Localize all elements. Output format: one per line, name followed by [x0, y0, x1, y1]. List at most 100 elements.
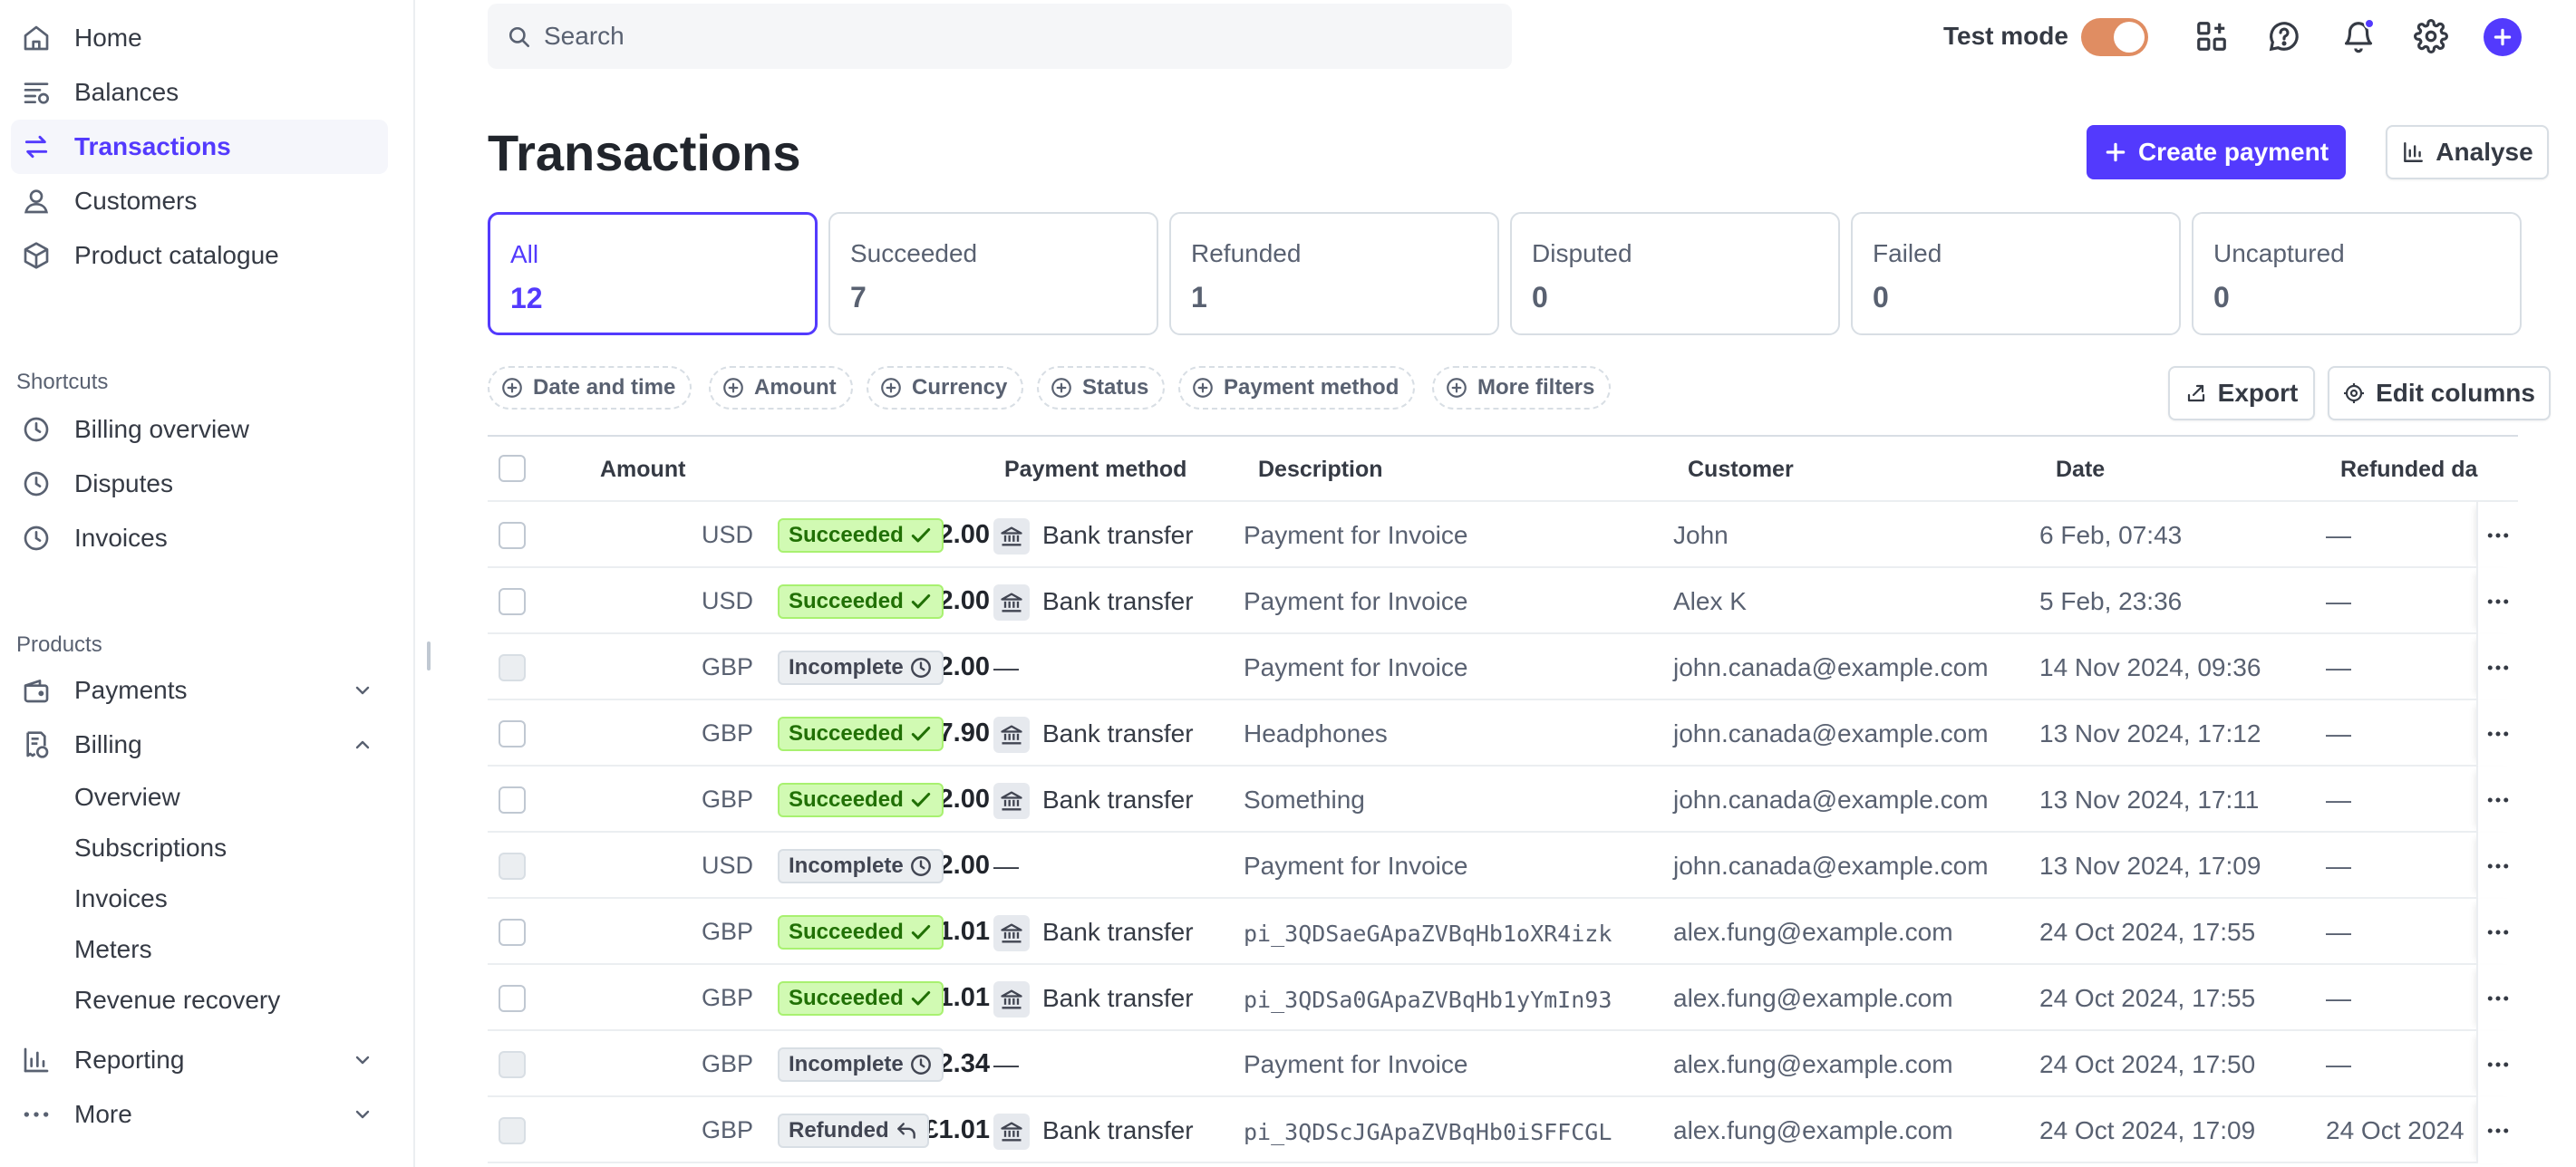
sidebar-item-payments[interactable]: Payments — [11, 663, 388, 718]
billing-subitem-overview[interactable]: Overview — [74, 783, 180, 812]
filter-chip-date-and-time[interactable]: Date and time — [488, 366, 692, 410]
filter-chip-amount[interactable]: Amount — [709, 366, 853, 410]
status-badge-label: Succeeded — [789, 986, 904, 1010]
billing-subitem-meters[interactable]: Meters — [74, 935, 152, 964]
status-card-succeeded[interactable]: Succeeded 7 — [828, 212, 1158, 335]
search-input[interactable] — [544, 4, 1487, 69]
table-row[interactable]: £1.01 GBP Refunded Bank transfer pi_3QDScJGA… — [488, 1097, 2518, 1163]
settings-gear-icon[interactable] — [2413, 18, 2449, 54]
column-header-customer[interactable]: Customer — [1688, 457, 1794, 483]
status-badge-label: Succeeded — [789, 787, 904, 812]
status-card-all[interactable]: All 12 — [488, 212, 818, 335]
row-description: Headphones — [1244, 719, 1388, 747]
balances-icon — [22, 78, 51, 107]
row-payment-method: Bank transfer — [1042, 918, 1194, 946]
table-row[interactable]: US$22.00USDIncomplete—Payment for Invoic… — [488, 833, 2518, 899]
chevron-up-icon[interactable] — [352, 734, 373, 756]
row-checkbox[interactable] — [499, 919, 526, 946]
create-payment-button[interactable]: Create payment — [2087, 125, 2346, 179]
test-mode-toggle[interactable] — [2081, 18, 2148, 56]
billing-subitem-subscriptions[interactable]: Subscriptions — [74, 834, 227, 863]
row-actions-button[interactable] — [2476, 700, 2518, 767]
table-row[interactable]: £12.34 GBP Incomplete — Payment for Invoice a… — [488, 1031, 2518, 1097]
plus-circle-icon — [500, 376, 524, 400]
row-actions-button[interactable] — [2476, 634, 2518, 700]
row-checkbox[interactable] — [499, 720, 526, 747]
export-icon — [2187, 384, 2204, 402]
row-description: Something — [1244, 786, 1365, 814]
row-checkbox[interactable] — [499, 786, 526, 814]
status-card-uncaptured[interactable]: Uncaptured 0 — [2192, 212, 2522, 335]
more-horizontal-icon — [2484, 522, 2512, 549]
row-date: 6 Feb, 07:43 — [2039, 521, 2183, 549]
row-refunded-date: — — [2326, 984, 2351, 1012]
row-checkbox[interactable] — [499, 654, 526, 681]
sidebar-item-more[interactable]: More — [11, 1087, 388, 1142]
row-actions-button[interactable] — [2476, 965, 2518, 1031]
status-card-refunded[interactable]: Refunded 1 — [1169, 212, 1499, 335]
row-customer: john.canada@example.com — [1673, 653, 1989, 681]
chevron-down-icon[interactable] — [352, 1049, 373, 1071]
column-header-amount[interactable]: Amount — [600, 457, 685, 483]
table-row[interactable]: £1.01 GBP Succeeded Bank transfer pi_3QDSaeG… — [488, 899, 2518, 965]
search-bar[interactable] — [488, 4, 1512, 69]
column-header-description[interactable]: Description — [1258, 457, 1383, 483]
help-icon[interactable] — [2266, 18, 2302, 54]
row-checkbox[interactable] — [499, 522, 526, 549]
analyse-button[interactable]: Analyse — [2386, 125, 2549, 179]
status-badge: Succeeded — [778, 518, 944, 553]
create-new-button[interactable] — [2484, 18, 2522, 56]
sidebar-item-balances[interactable]: Balances — [11, 65, 388, 120]
edit-columns-button[interactable]: Edit columns — [2328, 366, 2551, 420]
row-checkbox[interactable] — [499, 588, 526, 615]
table-row[interactable]: £2.00 GBP Succeeded Bank transfer Something j… — [488, 767, 2518, 833]
status-card-disputed[interactable]: Disputed 0 — [1510, 212, 1840, 335]
table-row[interactable]: US$22.00USDSucceededBank transferPayment… — [488, 502, 2518, 568]
row-actions-button[interactable] — [2476, 1097, 2518, 1163]
filter-chip-currency[interactable]: Currency — [867, 366, 1024, 410]
table-row[interactable]: £97.90 GBP Succeeded Bank transfer Headphone… — [488, 700, 2518, 767]
table-row[interactable]: £22.00 GBP Incomplete — Payment for Invoice j… — [488, 634, 2518, 700]
shortcut-item-billing-overview[interactable]: Billing overview — [11, 402, 388, 457]
notifications-icon[interactable] — [2340, 18, 2377, 54]
row-actions-button[interactable] — [2476, 1031, 2518, 1097]
sidebar-item-customers[interactable]: Customers — [11, 174, 388, 228]
filter-chip-status[interactable]: Status — [1037, 366, 1166, 410]
table-row[interactable]: £1.01 GBP Succeeded Bank transfer pi_3QDSa0G… — [488, 965, 2518, 1031]
more-horizontal-icon — [2484, 588, 2512, 615]
status-card-failed[interactable]: Failed 0 — [1851, 212, 2181, 335]
sidebar-item-reporting[interactable]: Reporting — [11, 1033, 388, 1087]
filter-chip-payment-method[interactable]: Payment method — [1178, 366, 1416, 410]
row-actions-button[interactable] — [2476, 568, 2518, 634]
column-header-refunded-date[interactable]: Refunded da — [2340, 457, 2491, 483]
billing-subitem-revenue-recovery[interactable]: Revenue recovery — [74, 986, 280, 1015]
row-actions-button[interactable] — [2476, 502, 2518, 568]
column-header-payment-method[interactable]: Payment method — [1004, 457, 1186, 483]
export-button[interactable]: Export — [2168, 366, 2315, 420]
row-actions-button[interactable] — [2476, 833, 2518, 899]
column-header-date[interactable]: Date — [2056, 457, 2105, 483]
sidebar-item-billing[interactable]: Billing — [11, 718, 388, 772]
sidebar-item-home[interactable]: Home — [11, 11, 388, 65]
row-actions-button[interactable] — [2476, 899, 2518, 965]
row-checkbox[interactable] — [499, 853, 526, 880]
bank-icon — [993, 1114, 1030, 1150]
status-badge-label: Incomplete — [789, 854, 904, 878]
shortcut-item-disputes[interactable]: Disputes — [11, 457, 388, 511]
sidebar-item-product-catalogue[interactable]: Product catalogue — [11, 228, 388, 283]
select-all-checkbox[interactable] — [499, 455, 526, 482]
apps-icon[interactable] — [2193, 18, 2230, 54]
row-actions-button[interactable] — [2476, 767, 2518, 833]
chevron-down-icon[interactable] — [352, 680, 373, 701]
sidebar-item-transactions[interactable]: Transactions — [11, 120, 388, 174]
row-checkbox[interactable] — [499, 1117, 526, 1144]
row-checkbox[interactable] — [499, 985, 526, 1012]
filter-chip-more-filters[interactable]: More filters — [1432, 366, 1612, 410]
status-badge: Incomplete — [778, 651, 944, 685]
row-checkbox[interactable] — [499, 1051, 526, 1078]
table-row[interactable]: US$22.00USDSucceededBank transferPayment… — [488, 568, 2518, 634]
sidebar-resize-handle[interactable] — [427, 641, 431, 670]
chevron-down-icon[interactable] — [352, 1104, 373, 1125]
billing-subitem-invoices[interactable]: Invoices — [74, 884, 168, 913]
shortcut-item-invoices[interactable]: Invoices — [11, 511, 388, 565]
